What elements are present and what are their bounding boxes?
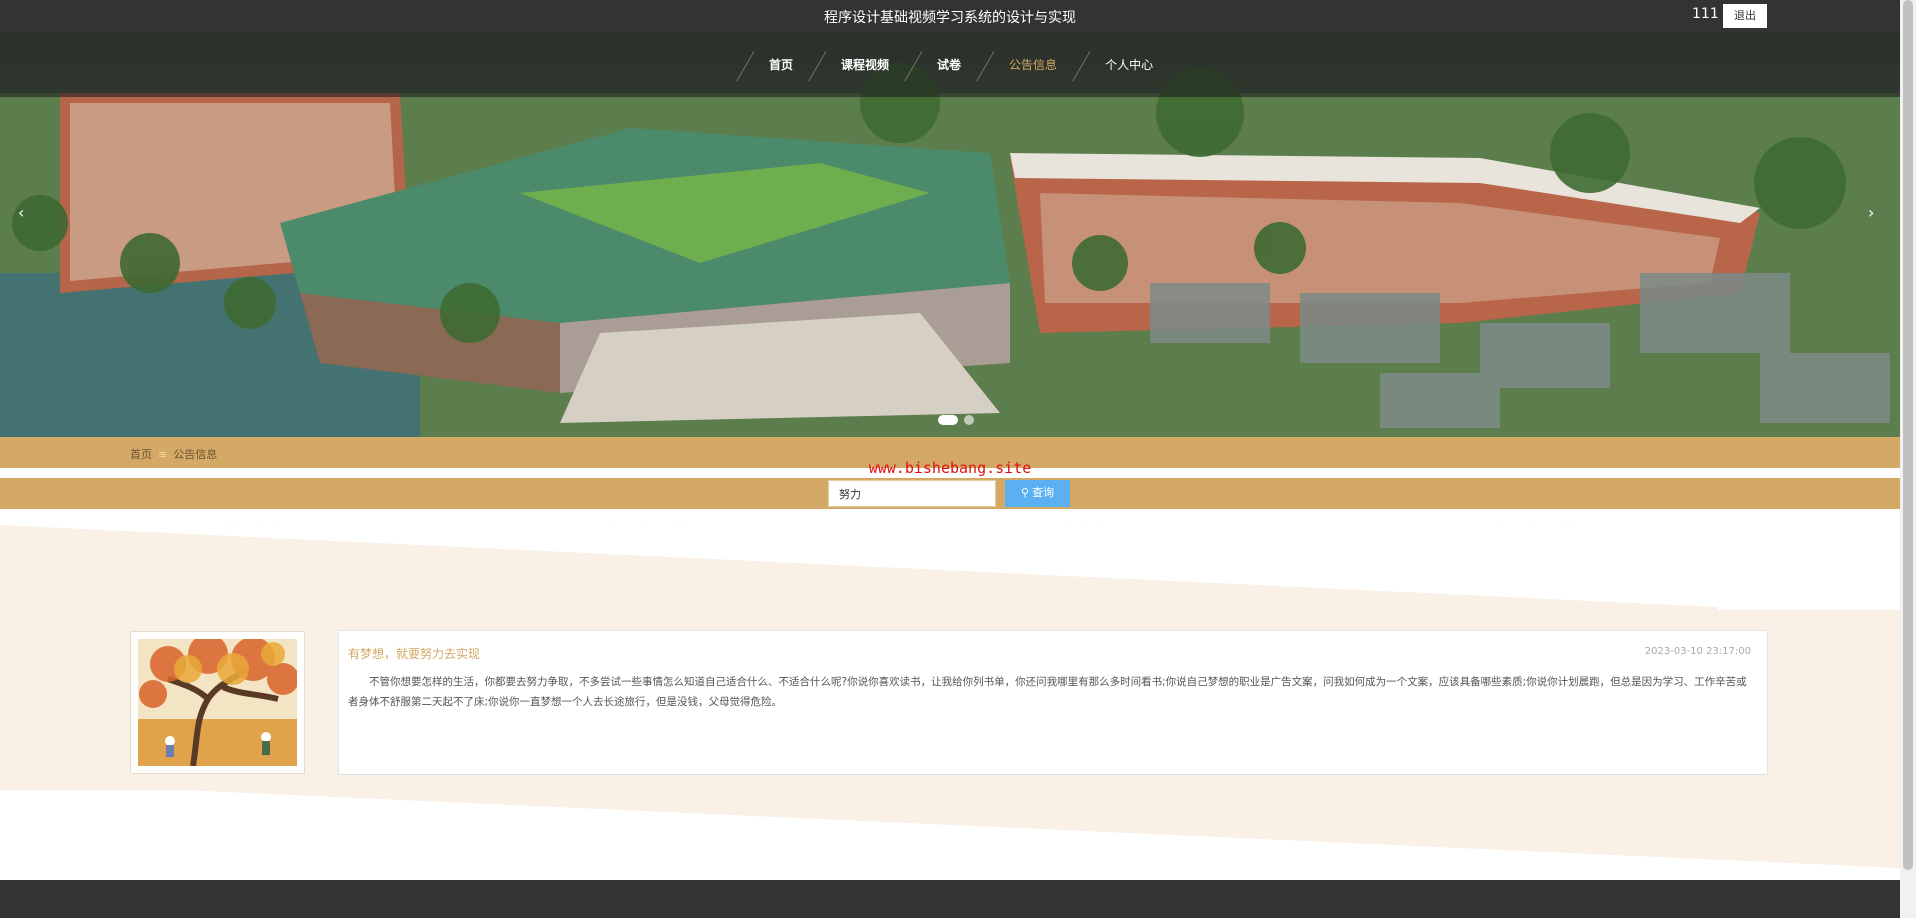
search-button[interactable]: ⚲ 查询 (1005, 480, 1070, 507)
announcement-body: 不管你想要怎样的生活，你都要去努力争取，不多尝试一些事情怎么知道自己适合什么、不… (348, 676, 1747, 708)
announcement-date: 2023-03-10 23:17:00 (1644, 646, 1751, 657)
carousel-indicators (938, 415, 974, 425)
main-nav: 首页 课程视频 试卷 公告信息 个人中心 (0, 33, 1900, 97)
user-name: 111 (1692, 6, 1719, 22)
autumn-tree-image (138, 634, 299, 767)
nav-item-personal-center[interactable]: 个人中心 (1081, 33, 1177, 97)
top-bar: 程序设计基础视频学习系统的设计与实现 111 退出 (0, 0, 1900, 33)
search-bar: ⚲ 查询 (0, 478, 1900, 509)
decorative-band-top (0, 525, 1900, 610)
banner-carousel: 首页 课程视频 试卷 公告信息 个人中心 ‹ › (0, 33, 1900, 437)
announcement-card[interactable]: 有梦想，就要努力去实现 2023-03-10 23:17:00 不管你想要怎样的… (338, 630, 1768, 775)
watermark-text: www.bishebang.site (868, 459, 1032, 477)
carousel-prev-icon[interactable]: ‹ (18, 203, 24, 222)
announcement-thumbnail[interactable] (130, 631, 305, 774)
footer (0, 880, 1900, 918)
nav-item-course-videos[interactable]: 课程视频 (817, 33, 913, 97)
carousel-next-icon[interactable]: › (1868, 203, 1874, 222)
site-title: 程序设计基础视频学习系统的设计与实现 (824, 10, 1076, 26)
search-icon: ⚲ (1020, 487, 1029, 499)
nav-item-home[interactable]: 首页 (745, 33, 817, 97)
decorative-band-bottom (0, 790, 1900, 870)
search-button-label: 查询 (1032, 487, 1055, 499)
announcement-title[interactable]: 有梦想，就要努力去实现 (348, 645, 480, 662)
nav-item-exams[interactable]: 试卷 (913, 33, 985, 97)
logout-button[interactable]: 退出 (1723, 4, 1767, 28)
search-input[interactable] (828, 480, 996, 507)
scrollbar-thumb[interactable] (1903, 0, 1913, 870)
nav-item-announcements[interactable]: 公告信息 (985, 33, 1081, 97)
carousel-dot[interactable] (964, 415, 974, 425)
carousel-dot[interactable] (938, 415, 958, 425)
